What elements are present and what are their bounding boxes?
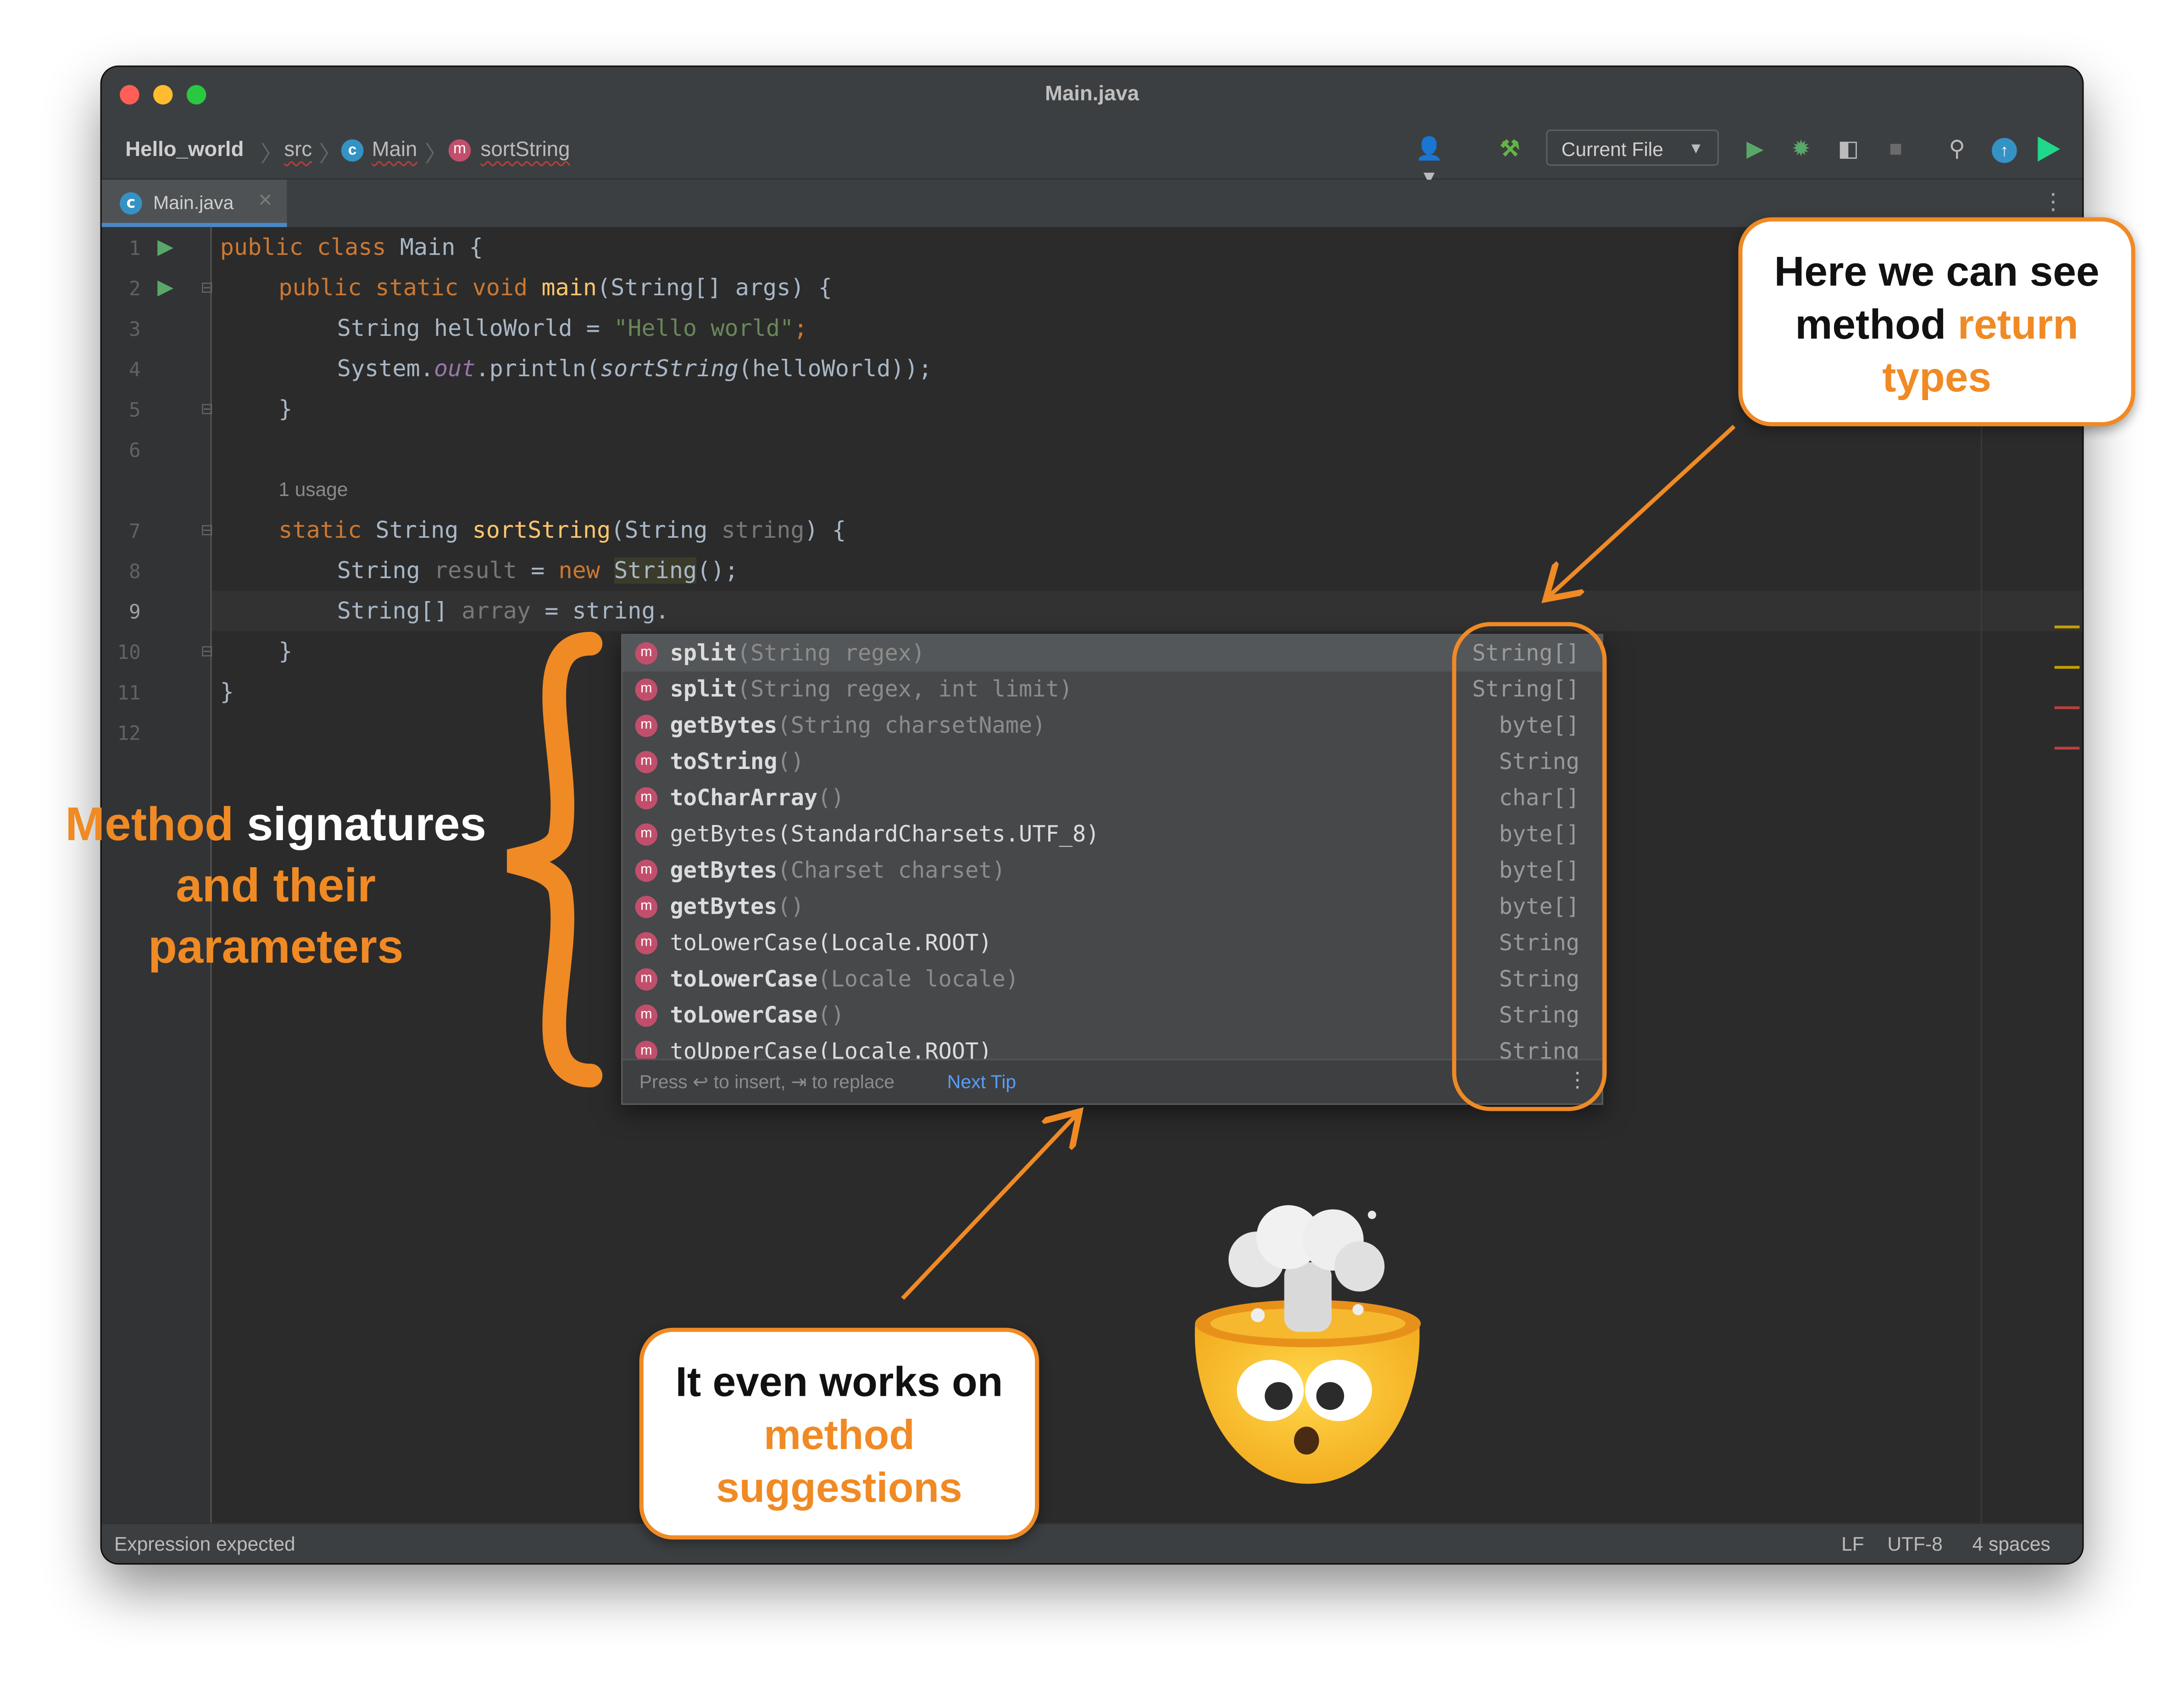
callout-line: types xyxy=(1882,355,1992,401)
screenshot-stage: Main.java Hello_world 〉 src 〉 c Main 〉 m… xyxy=(0,0,2184,1700)
note-highlight: M xyxy=(65,798,105,852)
callout-line: It even works on xyxy=(675,1360,1003,1406)
curly-brace-icon xyxy=(507,632,603,1087)
return-type-highlight xyxy=(1452,622,1607,1111)
signatures-note: Method signatures and their parameters xyxy=(56,794,496,978)
callout-text: method xyxy=(1795,302,1958,349)
callout-line: suggestions xyxy=(716,1466,962,1512)
note-highlight: ethod xyxy=(105,798,234,852)
note-line: and their xyxy=(176,859,376,913)
callout-line: Here we can see xyxy=(1774,249,2100,295)
callout-line: method return xyxy=(1743,300,2131,352)
arrow-to-return-types xyxy=(1549,424,1736,596)
return-types-callout: Here we can see method return types xyxy=(1738,217,2135,427)
note-line: Method signatures xyxy=(56,794,496,856)
note-line: parameters xyxy=(148,921,404,974)
exploding-head-emoji-icon xyxy=(1195,1205,1421,1484)
callout-highlight: return xyxy=(1957,302,2078,349)
arrow-to-suggestions xyxy=(901,1115,1077,1300)
suggestions-callout: It even works on method suggestions xyxy=(639,1327,1039,1540)
note-text: signatures xyxy=(233,798,487,852)
callout-line: method xyxy=(763,1412,915,1459)
